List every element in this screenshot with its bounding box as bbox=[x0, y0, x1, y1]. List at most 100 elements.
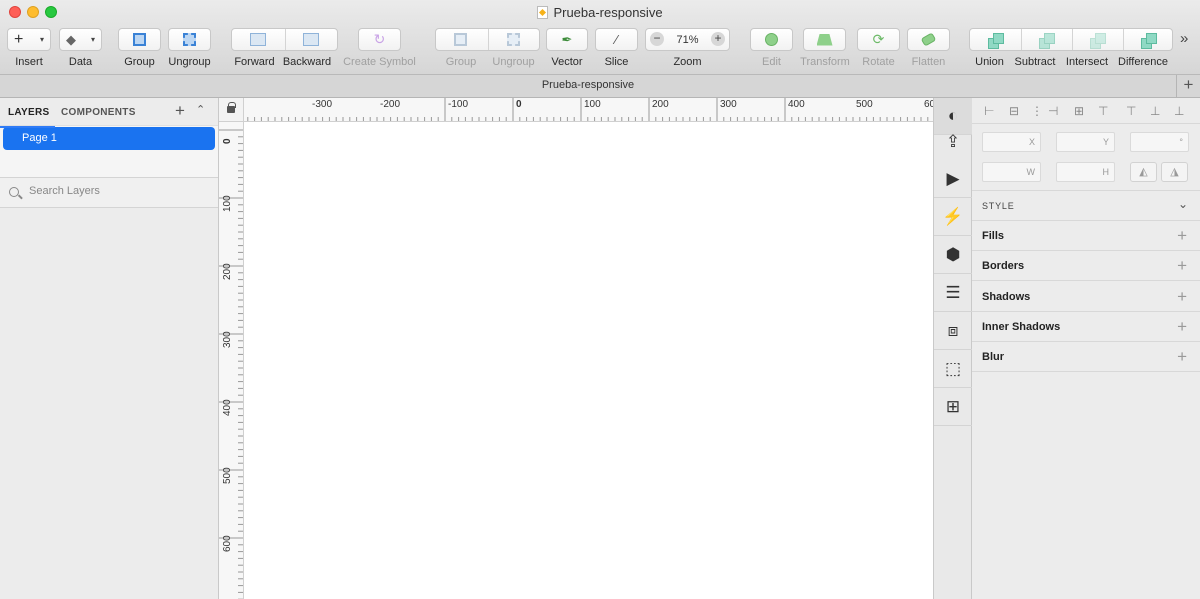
backward-icon[interactable] bbox=[303, 33, 319, 46]
search-layers-input[interactable] bbox=[29, 185, 199, 197]
flatten-button[interactable] bbox=[907, 28, 950, 51]
new-tab-button[interactable]: + bbox=[1176, 75, 1200, 97]
slice-button[interactable]: ⁄ bbox=[595, 28, 638, 51]
align-vertical-center-icon[interactable]: ⊥ bbox=[1150, 104, 1160, 118]
data-button[interactable]: ◆ ▾ bbox=[59, 28, 102, 51]
add-border-button[interactable]: + bbox=[1177, 256, 1187, 276]
add-inner-shadow-button[interactable]: + bbox=[1177, 317, 1187, 337]
ruler-corner bbox=[219, 98, 244, 122]
forward-icon[interactable] bbox=[250, 33, 266, 46]
insert-label: Insert bbox=[15, 56, 43, 68]
data-layer-icon: ◆ bbox=[66, 31, 76, 47]
ruler-label: -300 bbox=[312, 99, 333, 110]
ruler-label: 100 bbox=[584, 99, 601, 110]
borders-label: Borders bbox=[982, 260, 1025, 272]
vector-label: Vector bbox=[551, 56, 583, 68]
zoom-out-icon[interactable]: − bbox=[650, 32, 664, 46]
add-shadow-button[interactable]: + bbox=[1177, 287, 1187, 307]
subtract-label: Subtract bbox=[1014, 56, 1056, 68]
add-blur-button[interactable]: + bbox=[1177, 347, 1187, 367]
ruler-label: 500 bbox=[856, 99, 873, 110]
insert-button[interactable]: + ▾ bbox=[7, 28, 51, 51]
tab-components[interactable]: COMPONENTS bbox=[61, 107, 136, 118]
toolbar-overflow-button[interactable]: » bbox=[1180, 30, 1188, 47]
y-field[interactable]: Y bbox=[1056, 132, 1115, 152]
ruler-label: 400 bbox=[222, 399, 233, 416]
borders-section: Borders + bbox=[972, 251, 1200, 281]
search-icon bbox=[9, 187, 19, 197]
blur-section: Blur + bbox=[972, 342, 1200, 372]
divider bbox=[1123, 29, 1124, 50]
collapse-pages-button[interactable]: ⌃ bbox=[196, 103, 205, 116]
rotation-field[interactable]: ° bbox=[1130, 132, 1189, 152]
align-top-icon[interactable]: ⊤ bbox=[1126, 104, 1136, 118]
ungroup-icon[interactable] bbox=[507, 33, 520, 46]
ruler-label: 300 bbox=[222, 331, 233, 348]
layers-panel: LAYERS COMPONENTS + ⌃ Page 1 bbox=[0, 98, 219, 599]
automate-button[interactable]: ⚡ bbox=[934, 199, 972, 236]
lightning-icon: ⚡ bbox=[942, 207, 964, 226]
height-field[interactable]: H bbox=[1056, 162, 1115, 182]
chevron-down-icon: ▾ bbox=[90, 35, 95, 44]
intersect-icon[interactable] bbox=[1090, 33, 1106, 49]
align-bottom-icon[interactable]: ⊥ bbox=[1174, 104, 1184, 118]
subtract-icon[interactable] bbox=[1039, 33, 1055, 49]
horizontal-ruler[interactable]: -300 -200 -100 0 100 200 300 400 500 60 bbox=[244, 98, 933, 122]
lock-icon[interactable] bbox=[227, 102, 236, 113]
add-page-button[interactable]: + bbox=[175, 101, 185, 121]
ungroup-button[interactable] bbox=[168, 28, 211, 51]
align-middle-icon[interactable]: ⊞ bbox=[1074, 104, 1084, 118]
flip-vertical-button[interactable]: ◮ bbox=[1161, 162, 1188, 182]
backward-label: Backward bbox=[282, 56, 332, 68]
selection-button[interactable]: ⧈ bbox=[934, 313, 972, 350]
fills-label: Fills bbox=[982, 230, 1005, 242]
difference-icon[interactable] bbox=[1141, 33, 1157, 49]
edit-shape-icon: ⬚ bbox=[944, 359, 962, 378]
add-fill-button[interactable]: + bbox=[1177, 226, 1187, 246]
components-button[interactable]: ⬢ bbox=[934, 237, 972, 274]
sketch-window: Prueba-responsive + ▾ Insert ◆ ▾ Data Gr… bbox=[0, 0, 1200, 599]
blur-label: Blur bbox=[982, 351, 1004, 363]
layer-list-button[interactable]: ☰ bbox=[934, 275, 972, 312]
zoom-in-icon[interactable]: + bbox=[711, 32, 725, 46]
group-icon[interactable] bbox=[454, 33, 467, 46]
union-icon[interactable] bbox=[988, 33, 1004, 49]
tab-layers[interactable]: LAYERS bbox=[0, 107, 56, 128]
divider bbox=[285, 29, 286, 50]
transform-button[interactable] bbox=[803, 28, 846, 51]
align-horizontal-center-icon[interactable]: ⊟ bbox=[1009, 104, 1019, 118]
vertical-ruler[interactable]: 0 100 200 300 400 500 600 bbox=[219, 122, 244, 599]
boolean-ops-group bbox=[969, 28, 1173, 51]
align-right-icon[interactable]: ⊤ bbox=[1098, 104, 1108, 118]
vector-button[interactable]: ✒ bbox=[546, 28, 588, 51]
create-symbol-button[interactable]: ↻ bbox=[358, 28, 401, 51]
ruler-label: -200 bbox=[380, 99, 401, 110]
flip-horizontal-button[interactable]: ◭ bbox=[1130, 162, 1157, 182]
canvas[interactable]: -300 -200 -100 0 100 200 300 400 500 60 0 100 200 30… bbox=[219, 98, 933, 599]
distribute-horizontal-icon[interactable]: ⋮ bbox=[1031, 104, 1043, 118]
shadows-label: Shadows bbox=[982, 291, 1031, 303]
chevron-down-icon: ▾ bbox=[39, 35, 44, 44]
page-list: Page 1 bbox=[0, 126, 218, 178]
export-button[interactable]: ⇪ bbox=[934, 123, 972, 160]
page-item-page-1[interactable]: Page 1 bbox=[3, 127, 215, 150]
inspector-icon-strip: ◐ ⇪ ▶ ⚡ ⬢ ☰ ⧈ ⬚ ⊞ bbox=[933, 98, 972, 599]
add-image-button[interactable]: ⊞ bbox=[934, 389, 972, 426]
width-field[interactable]: W bbox=[982, 162, 1041, 182]
align-center-icon[interactable]: ⊣ bbox=[1048, 104, 1058, 118]
group-label: Group bbox=[124, 56, 155, 68]
group-button[interactable] bbox=[118, 28, 161, 51]
x-field[interactable]: X bbox=[982, 132, 1041, 152]
edit-path-button[interactable]: ⬚ bbox=[934, 351, 972, 388]
knife-icon: ⁄ bbox=[615, 32, 618, 47]
document-tab[interactable]: Prueba-responsive bbox=[0, 79, 1176, 91]
selection-icon: ⧈ bbox=[947, 321, 959, 340]
style-section-header[interactable]: STYLE ⌄ bbox=[972, 190, 1200, 221]
shadows-section: Shadows + bbox=[972, 282, 1200, 312]
align-left-icon[interactable]: ⊢ bbox=[984, 104, 994, 118]
edit-button[interactable] bbox=[750, 28, 793, 51]
style-label: STYLE bbox=[982, 201, 1015, 211]
rotate-button[interactable]: ⟳ bbox=[857, 28, 900, 51]
prototype-button[interactable]: ▶ bbox=[934, 161, 972, 198]
ungroup-label: Ungroup bbox=[168, 56, 211, 68]
